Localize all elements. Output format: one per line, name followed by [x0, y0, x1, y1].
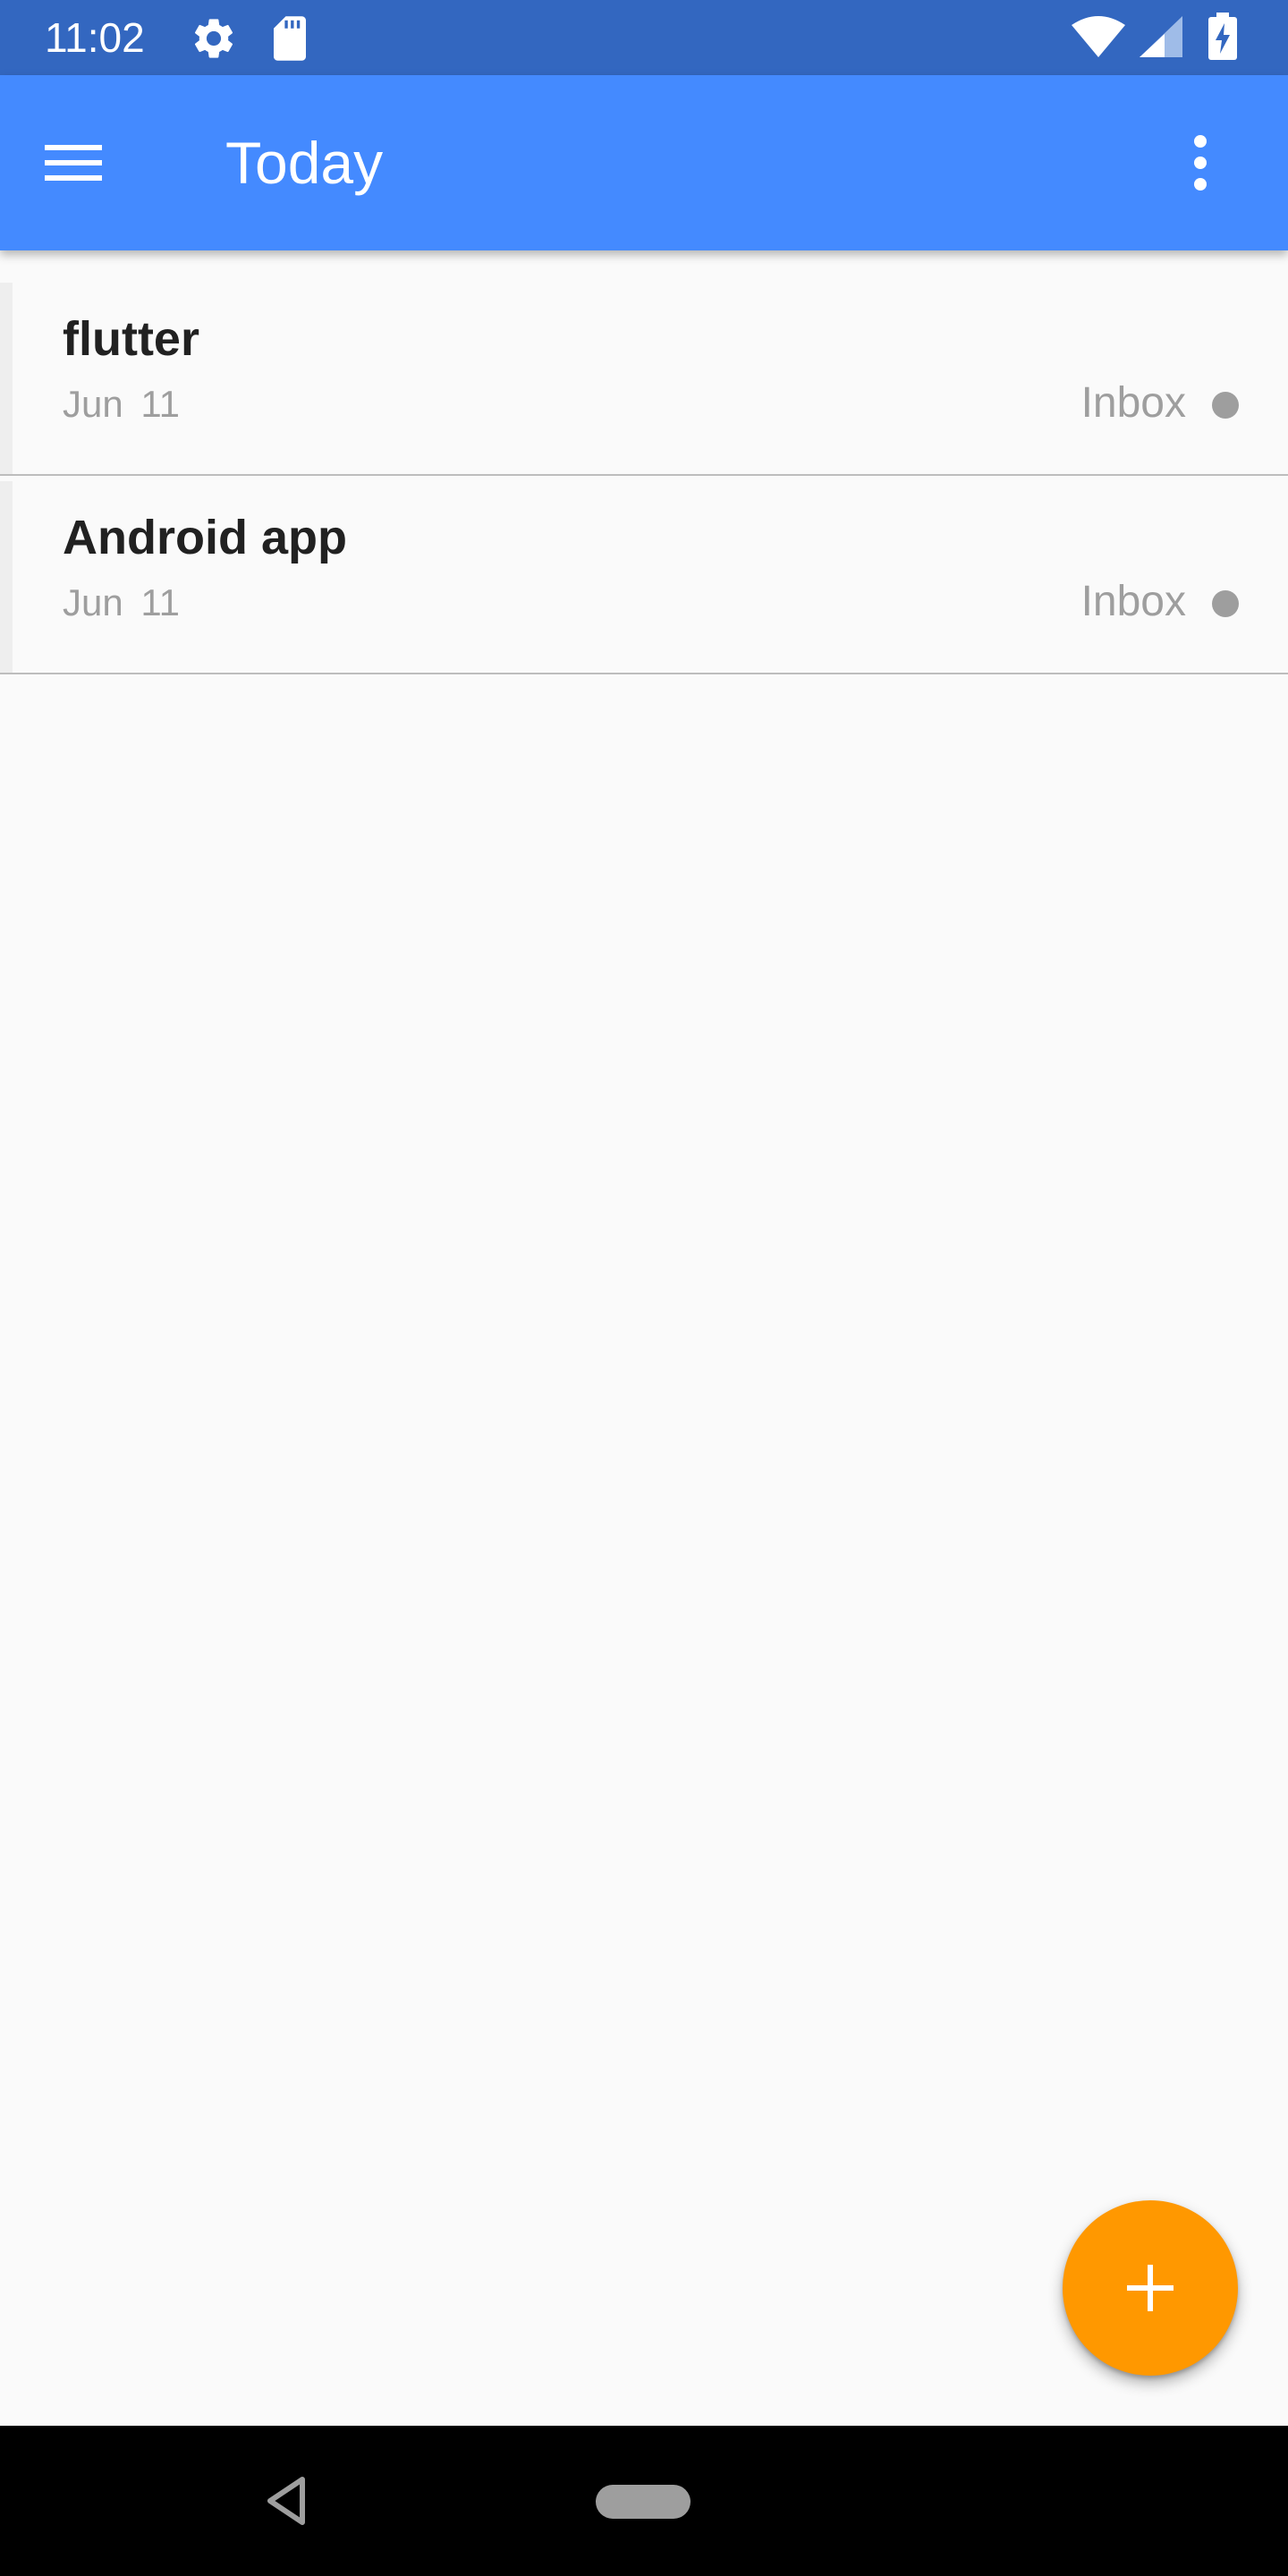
task-title: flutter [63, 312, 199, 366]
task-item[interactable]: flutter Jun 11 Inbox [0, 283, 1288, 476]
battery-charging-icon [1208, 13, 1238, 61]
project-color-dot [1212, 590, 1239, 617]
task-project-label: Inbox [1080, 578, 1186, 625]
back-button[interactable] [263, 2474, 309, 2528]
task-date: Jun 11 [63, 383, 180, 425]
task-project-label: Inbox [1080, 379, 1186, 427]
task-title: Android app [63, 511, 347, 564]
priority-indicator [0, 481, 13, 673]
menu-button[interactable] [45, 129, 129, 197]
page-title: Today [225, 130, 384, 196]
signal-icon [1138, 16, 1184, 59]
app-bar: Today [0, 75, 1288, 250]
screen: 11:02 Today flutter Jun 11 Inbox Android… [0, 0, 1288, 2576]
settings-icon [190, 14, 238, 63]
wifi-icon [1070, 16, 1127, 59]
home-button[interactable] [596, 2428, 739, 2574]
task-date: Jun 11 [63, 581, 180, 623]
task-list: flutter Jun 11 Inbox Android app Jun 11 … [0, 283, 1288, 674]
add-task-button[interactable] [1063, 2200, 1238, 2376]
home-icon [596, 2485, 691, 2519]
back-icon [267, 2477, 305, 2525]
status-bar: 11:02 [0, 0, 1288, 75]
more-vert-icon [1194, 135, 1207, 191]
task-item[interactable]: Android app Jun 11 Inbox [0, 481, 1288, 674]
more-options-button[interactable] [1175, 123, 1225, 202]
add-icon [1127, 2265, 1174, 2311]
menu-icon [45, 145, 102, 181]
status-time: 11:02 [45, 14, 145, 61]
priority-indicator [0, 283, 13, 474]
navigation-bar [0, 2426, 1288, 2576]
sd-card-icon [268, 14, 311, 63]
project-color-dot [1212, 392, 1239, 419]
